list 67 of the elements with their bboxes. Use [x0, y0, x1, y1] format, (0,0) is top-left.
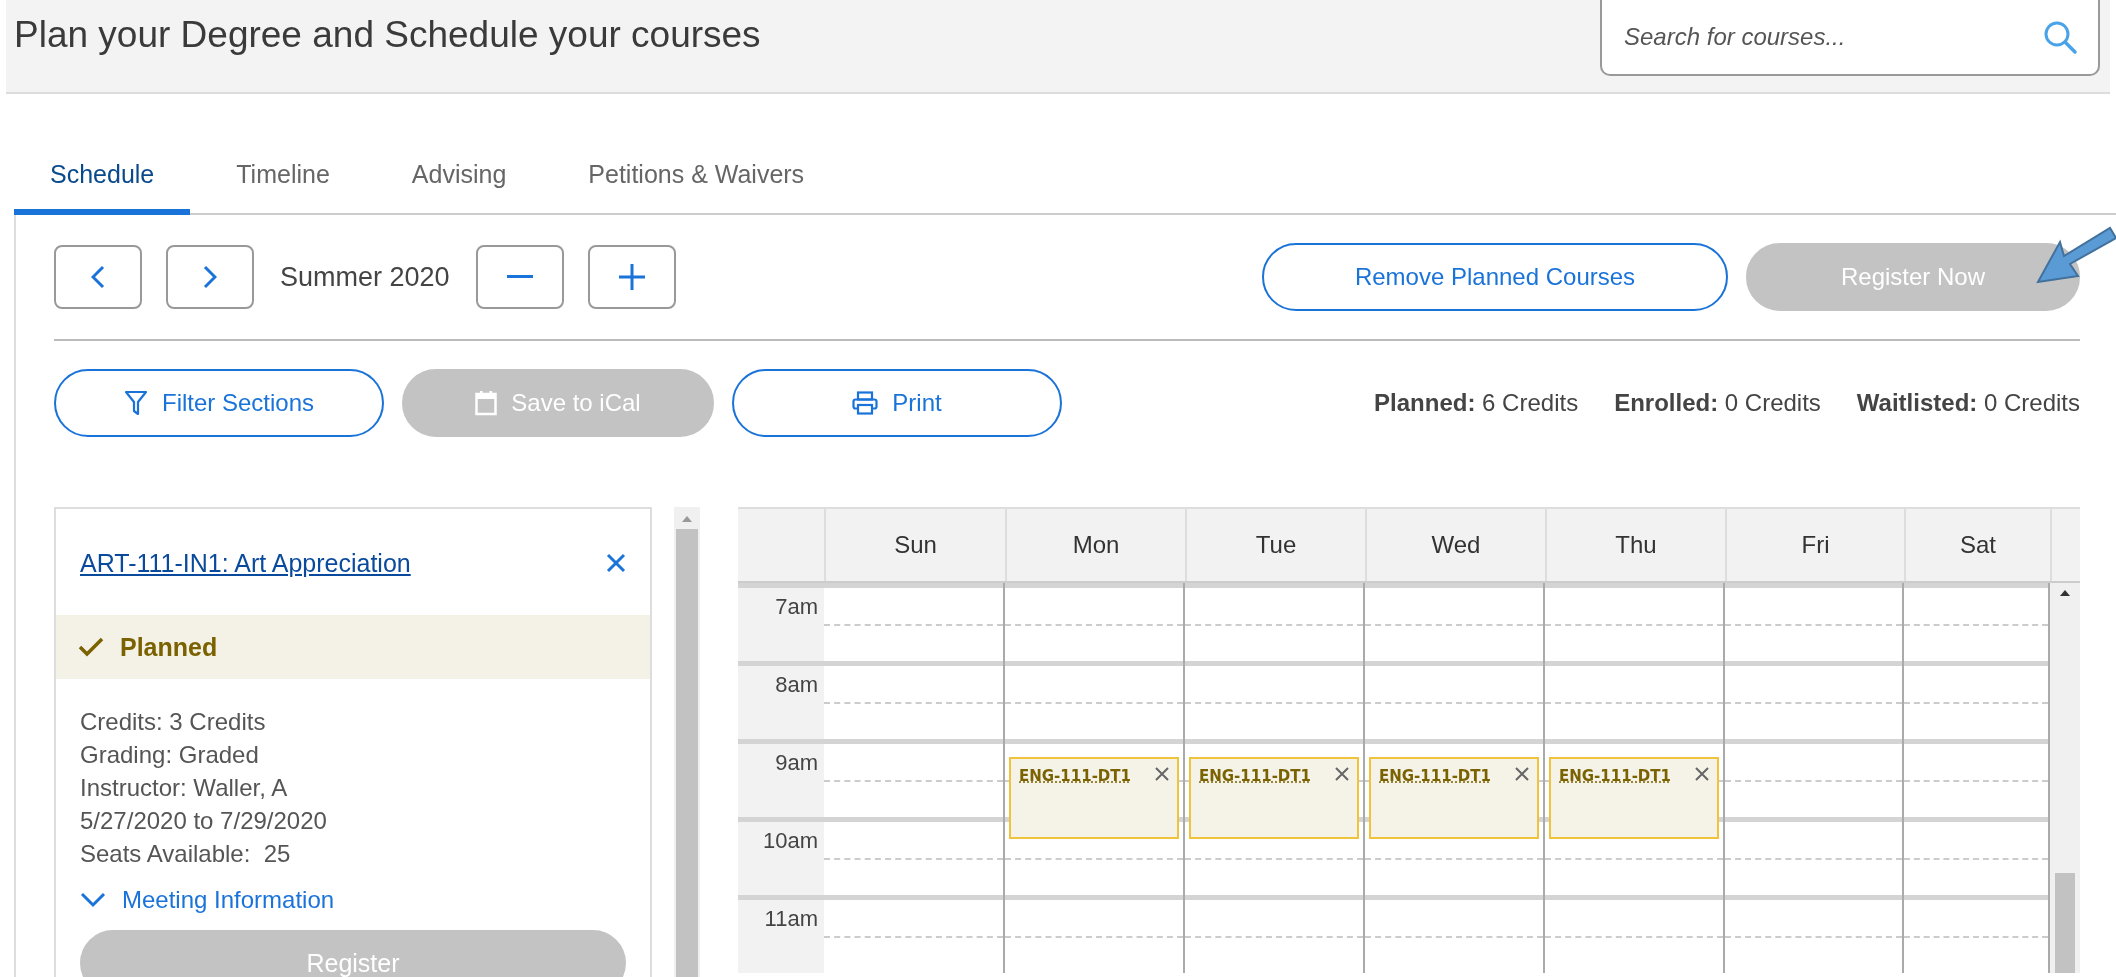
course-detail: Credits: 3 Credits [80, 707, 267, 737]
tab[interactable]: Timeline [200, 140, 366, 215]
next-button[interactable] [166, 245, 254, 309]
close-icon[interactable] [1335, 767, 1349, 781]
day-header: Sun [826, 509, 1007, 581]
event-code: ENG-111-DT1 [1019, 767, 1131, 785]
tool-button[interactable]: Filter Sections [54, 369, 384, 437]
scroll-up-icon[interactable] [2059, 589, 2071, 597]
search-box[interactable]: Search for courses... [1600, 0, 2100, 76]
day-header: Thu [1547, 509, 1727, 581]
scrollbar[interactable] [674, 507, 700, 977]
search-icon [2042, 19, 2078, 55]
plus-icon [618, 264, 645, 290]
scroll-thumb[interactable] [676, 529, 698, 977]
tool-button[interactable]: Print [732, 369, 1062, 437]
time-label: 10am [762, 828, 818, 853]
course-event[interactable]: ENG-111-DT1 [1369, 757, 1539, 839]
close-icon[interactable] [1695, 767, 1709, 781]
event-code: ENG-111-DT1 [1379, 767, 1491, 785]
course-detail: Seats Available: 25 [80, 839, 292, 869]
event-code: ENG-111-DT1 [1199, 767, 1311, 785]
day-header: Mon [1007, 509, 1187, 581]
close-icon[interactable] [1155, 767, 1169, 781]
term-label: Summer 2020 [280, 261, 450, 293]
course-event[interactable]: ENG-111-DT1 [1549, 757, 1719, 839]
close-button[interactable] [606, 553, 626, 573]
previous-button[interactable] [54, 245, 142, 309]
scroll-thumb[interactable] [2055, 873, 2075, 973]
tab[interactable]: Advising [375, 140, 543, 215]
course-detail: Instructor: Waller, A [80, 773, 289, 803]
scrollbar[interactable] [2050, 583, 2080, 973]
course-event[interactable]: ENG-111-DT1 [1009, 757, 1179, 839]
meeting-info-toggle[interactable]: Meeting Information [80, 886, 335, 914]
checkmark-icon [78, 637, 104, 657]
chevron-right-icon [203, 265, 217, 289]
minus-icon [506, 275, 533, 279]
time-label: 11am [764, 906, 818, 931]
tab[interactable]: Schedule [14, 140, 191, 215]
chevron-down-icon [80, 892, 106, 908]
course-link[interactable]: ART-111-IN1: Art Appreciation [80, 548, 411, 578]
printer-icon [852, 391, 879, 415]
status-label: Planned [120, 632, 218, 662]
remove-term-button[interactable] [475, 245, 564, 309]
filter-icon [123, 390, 148, 416]
course-event[interactable]: ENG-111-DT1 [1189, 757, 1359, 839]
search-field[interactable]: Search for courses... [1622, 22, 2042, 52]
day-header: Wed [1367, 509, 1547, 581]
day-header: Sat [1906, 509, 2052, 581]
calendar-icon [475, 390, 498, 416]
day-header: Fri [1727, 509, 1906, 581]
time-label: 8am [775, 672, 818, 697]
chevron-left-icon [91, 265, 105, 289]
time-label: 7am [775, 594, 818, 619]
course-detail: 5/27/2020 to 7/29/2020 [80, 806, 328, 836]
credit-total: Enrolled: 0 Credits [1614, 389, 1821, 417]
credit-total: Planned: 6 Credits [1374, 389, 1579, 417]
close-icon[interactable] [1515, 767, 1529, 781]
close-icon [606, 553, 626, 573]
credit-total: Waitlisted: 0 Credits [1856, 389, 2080, 417]
course-detail: Grading: Graded [80, 740, 260, 770]
page-title: Plan your Degree and Schedule your courses [14, 14, 761, 56]
tab[interactable]: Petitions & Waivers [552, 140, 841, 215]
event-code: ENG-111-DT1 [1559, 767, 1671, 785]
action-button[interactable]: Remove Planned Courses [1262, 243, 1728, 311]
time-label: 9am [775, 750, 818, 775]
day-header: Tue [1187, 509, 1367, 581]
add-term-button[interactable] [587, 245, 676, 309]
